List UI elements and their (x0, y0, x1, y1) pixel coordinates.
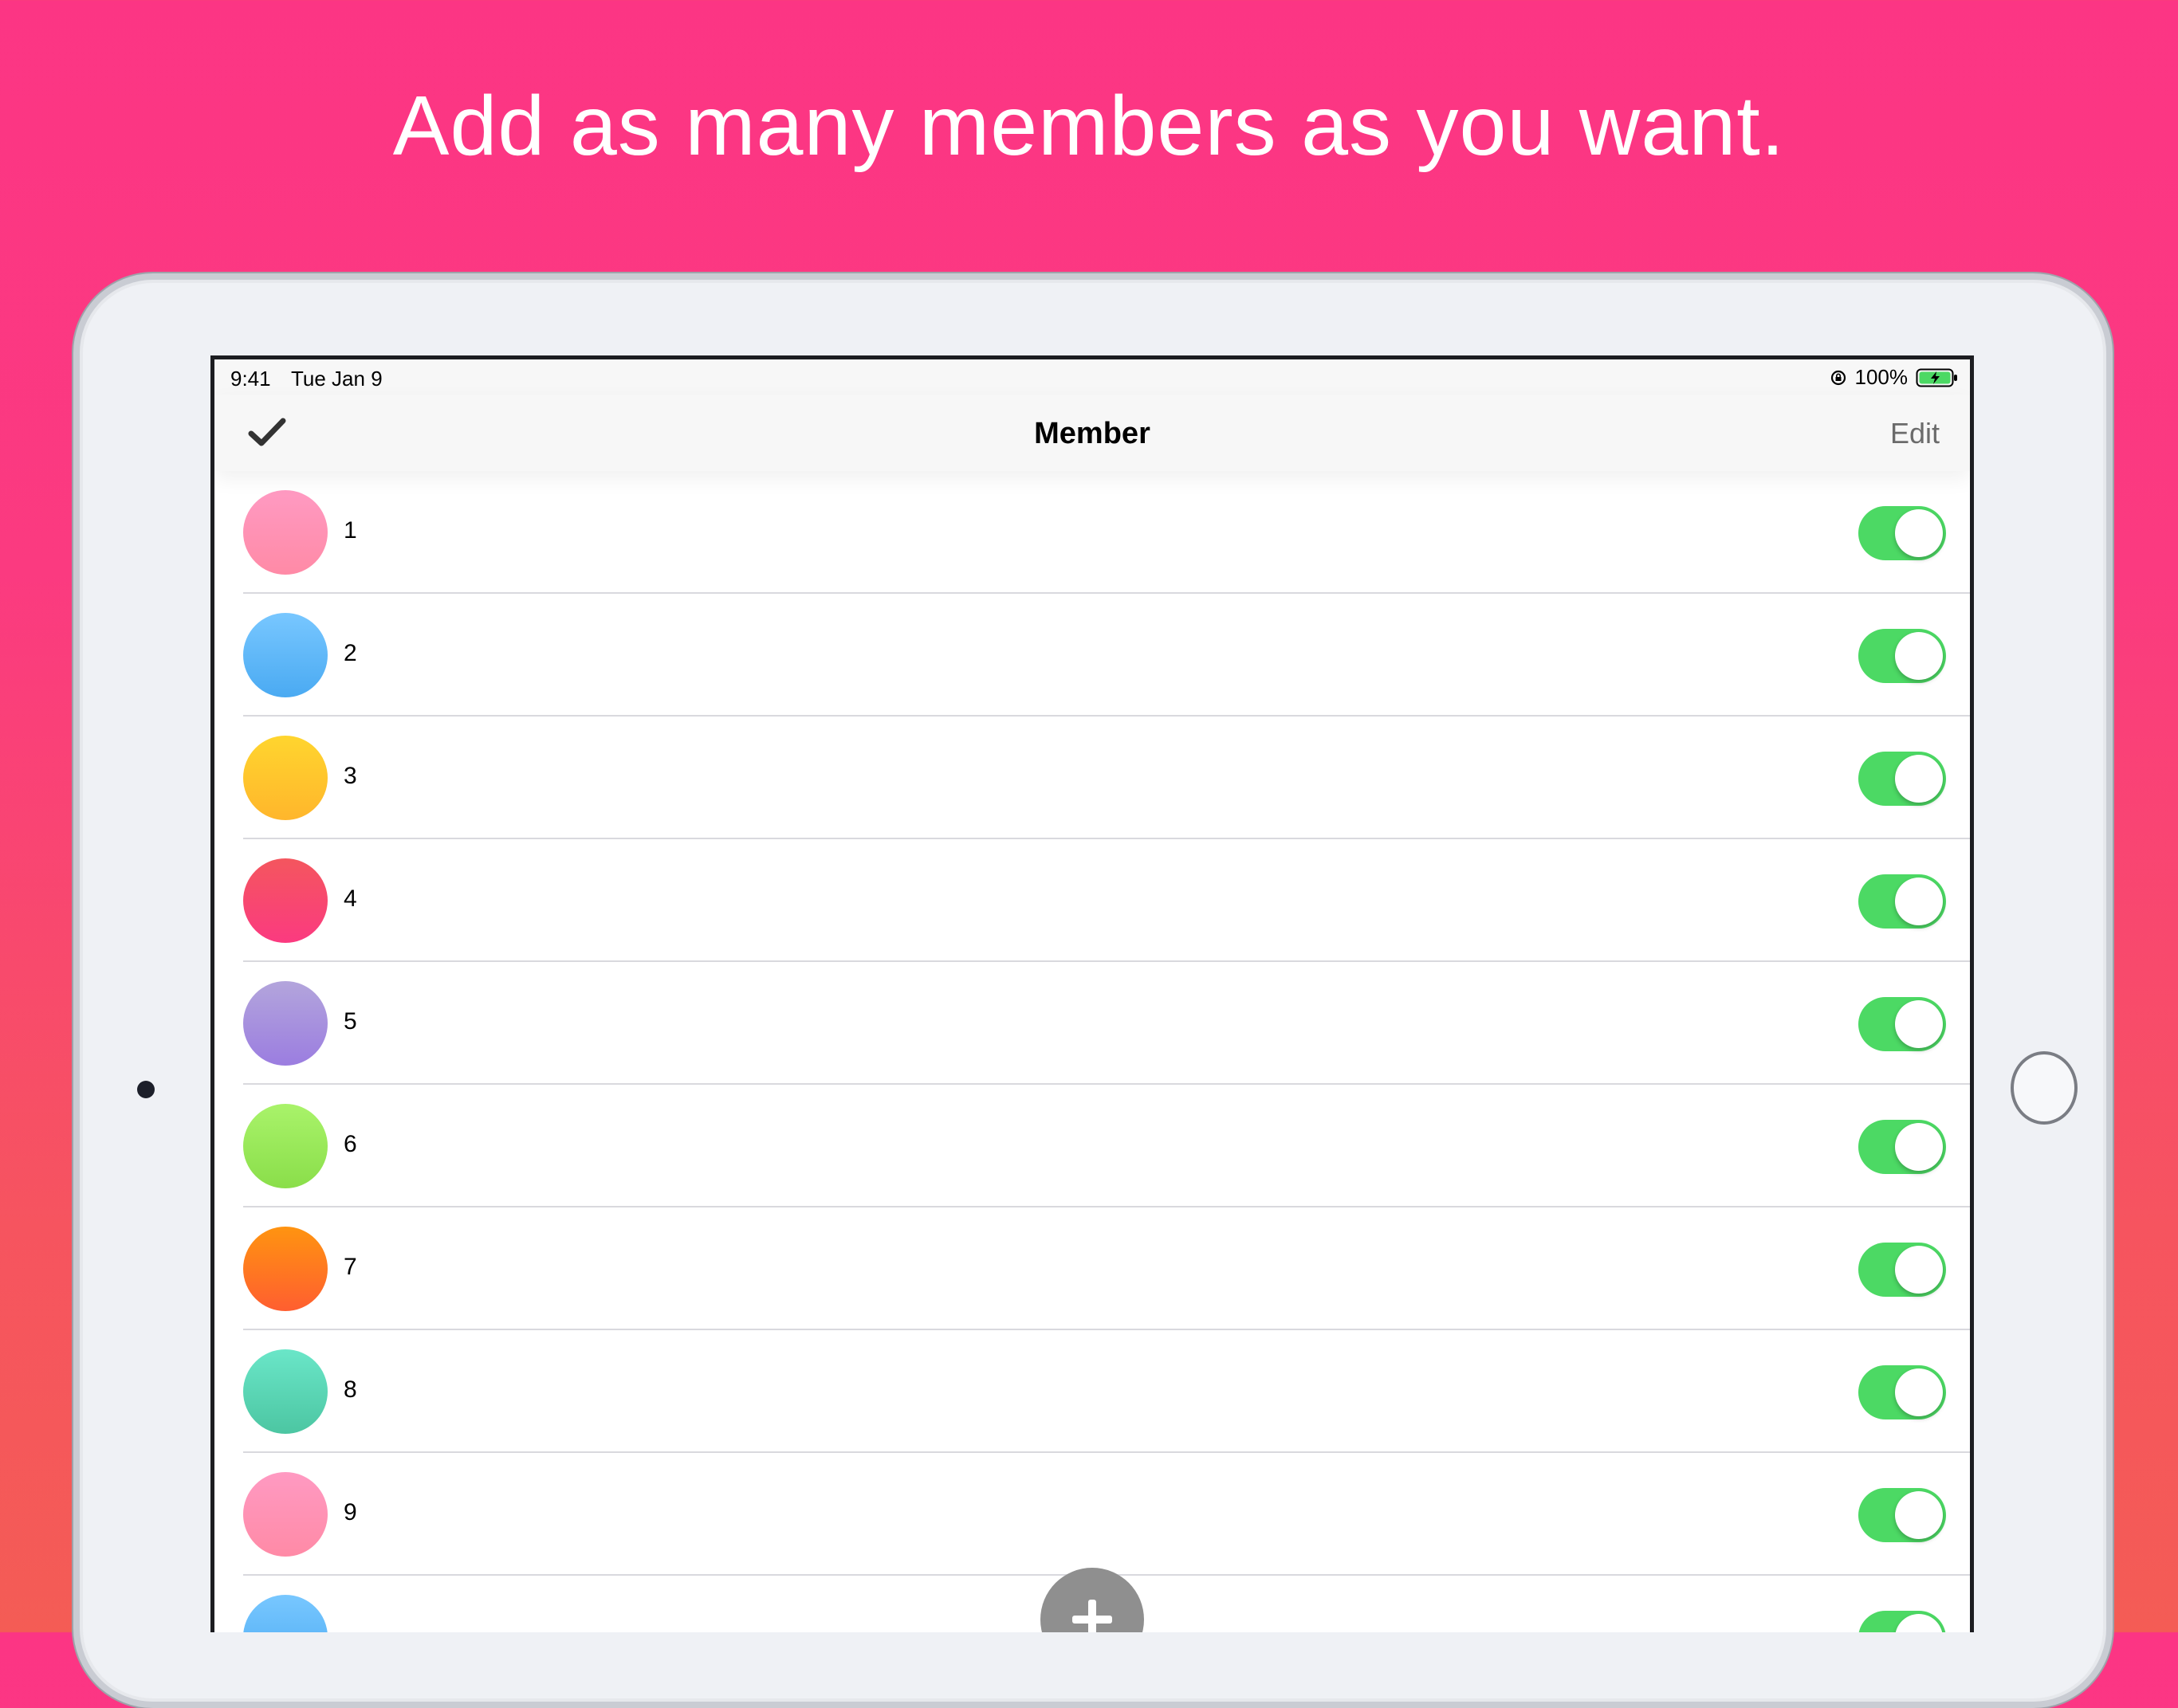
member-row[interactable]: 7 (214, 1207, 1970, 1330)
headline: Add as many members as you want. (392, 79, 1786, 173)
status-date: Tue Jan 9 (291, 367, 383, 391)
member-toggle[interactable] (1858, 752, 1946, 806)
status-right: 100% (1830, 365, 1960, 390)
member-avatar (243, 981, 328, 1066)
toggle-knob (1895, 1246, 1943, 1294)
toggle-knob (1895, 1491, 1943, 1539)
member-row[interactable]: 8 (214, 1330, 1970, 1453)
page-title: Member (1034, 417, 1150, 450)
toggle-knob (1895, 509, 1943, 557)
member-avatar (243, 1349, 328, 1434)
member-toggle[interactable] (1858, 629, 1946, 683)
member-label: 7 (344, 1254, 357, 1280)
navigation-bar: Member Edit (214, 395, 1970, 471)
member-list: 1 2 3 4 5 6 7 8 9 (214, 471, 1970, 1632)
member-row[interactable]: 1 (214, 471, 1970, 594)
member-row[interactable]: 9 (214, 1453, 1970, 1576)
rotation-lock-icon (1830, 369, 1847, 387)
toggle-knob (1895, 878, 1943, 925)
member-label: 4 (344, 885, 357, 912)
toggle-knob (1895, 1000, 1943, 1048)
member-avatar (243, 1595, 328, 1632)
member-toggle[interactable] (1858, 1611, 1946, 1632)
toggle-knob (1895, 1123, 1943, 1171)
member-avatar (243, 1472, 328, 1557)
member-avatar (243, 736, 328, 820)
member-label: 6 (344, 1131, 357, 1157)
member-avatar (243, 858, 328, 943)
member-avatar (243, 613, 328, 697)
battery-percent: 100% (1854, 365, 1909, 389)
member-toggle[interactable] (1858, 1365, 1946, 1419)
member-toggle[interactable] (1858, 1243, 1946, 1297)
status-time: 9:41 (230, 367, 271, 391)
member-label: 8 (344, 1376, 357, 1403)
toggle-knob (1895, 1368, 1943, 1416)
member-row[interactable]: 6 (214, 1085, 1970, 1207)
member-label: 3 (344, 763, 357, 789)
toggle-knob (1895, 632, 1943, 680)
toggle-knob (1895, 755, 1943, 803)
front-camera (137, 1081, 155, 1098)
member-label: 2 (344, 640, 357, 666)
member-label: 1 (344, 517, 357, 544)
app-screen: 9:41 Tue Jan 9 100% Member Edit 1 2 3 4 … (210, 355, 1974, 1632)
member-avatar (243, 490, 328, 575)
member-toggle[interactable] (1858, 874, 1946, 929)
edit-button[interactable]: Edit (1890, 417, 1940, 450)
status-bar: 9:41 Tue Jan 9 100% (214, 359, 1970, 395)
member-toggle[interactable] (1858, 1488, 1946, 1542)
toggle-knob (1895, 1614, 1943, 1632)
member-row[interactable]: 4 (214, 839, 1970, 962)
member-row[interactable]: 2 (214, 594, 1970, 717)
member-label: 9 (344, 1499, 357, 1525)
member-toggle[interactable] (1858, 997, 1946, 1051)
member-label: 5 (344, 1008, 357, 1035)
member-toggle[interactable] (1858, 1120, 1946, 1174)
member-avatar (243, 1104, 328, 1188)
home-button[interactable] (2011, 1051, 2078, 1125)
battery-charging-icon (1916, 367, 1959, 388)
member-row[interactable]: 3 (214, 717, 1970, 839)
member-toggle[interactable] (1858, 506, 1946, 560)
member-avatar (243, 1227, 328, 1311)
member-row[interactable]: 5 (214, 962, 1970, 1085)
